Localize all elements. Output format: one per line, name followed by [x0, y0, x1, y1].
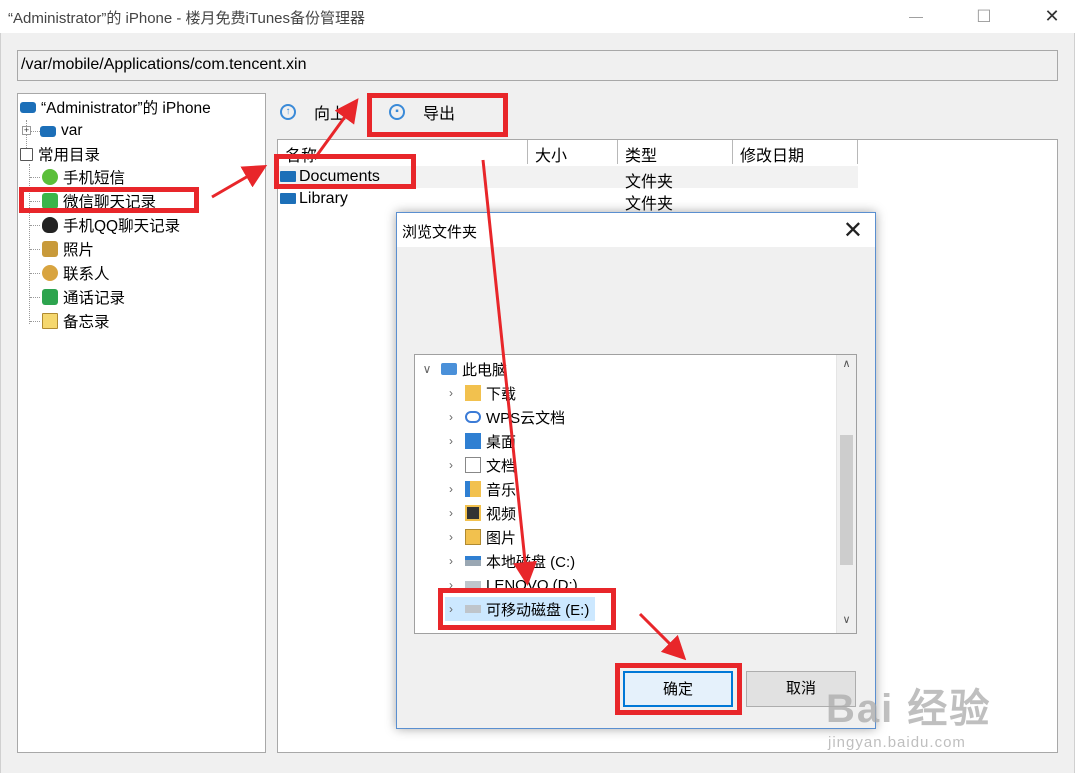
tree-item-contacts[interactable]: 联系人	[42, 262, 110, 284]
chevron-right-icon: ›	[449, 554, 453, 568]
column-type[interactable]: 类型	[618, 140, 733, 165]
minimize-button[interactable]: —	[893, 0, 939, 33]
document-icon	[465, 457, 481, 473]
maximize-button[interactable]: ☐	[961, 0, 1007, 33]
tree-var[interactable]: var	[40, 120, 83, 142]
expand-var-toggle[interactable]: +	[22, 126, 31, 135]
highlight-ok	[615, 663, 742, 715]
tree-node-this-pc[interactable]: ∨ 此电脑	[421, 357, 507, 381]
path-field[interactable]: /var/mobile/Applications/com.tencent.xin	[17, 50, 1058, 81]
highlight-wechat	[19, 187, 199, 213]
chevron-right-icon: ›	[449, 410, 453, 424]
phone-icon	[42, 289, 58, 305]
desktop-folder-icon	[465, 433, 481, 449]
title-bar: “Administrator”的 iPhone - 楼月免费iTunes备份管理…	[0, 0, 1075, 33]
tree-node-pictures[interactable]: › 图片	[445, 525, 516, 549]
computer-icon	[441, 363, 457, 375]
table-row[interactable]: Library 文件夹	[278, 188, 858, 213]
tree-node-desktop[interactable]: › 桌面	[445, 429, 516, 453]
baidu-watermark: Bai 经验 jingyan.baidu.com	[826, 687, 992, 751]
up-button[interactable]: ↑ 向上	[280, 100, 346, 124]
contacts-icon	[42, 265, 58, 281]
tree-node-videos[interactable]: › 视频	[445, 501, 516, 525]
scroll-down-icon[interactable]: ∨	[837, 613, 856, 631]
tree-node-documents[interactable]: › 文档	[445, 453, 516, 477]
folder-open-icon	[20, 101, 36, 113]
scroll-up-icon[interactable]: ∧	[837, 357, 856, 375]
drive-icon	[465, 556, 481, 566]
music-folder-icon	[465, 481, 481, 497]
tree-common-dirs[interactable]: 常用目录	[20, 143, 100, 165]
chevron-right-icon: ›	[449, 434, 453, 448]
chevron-down-icon: ∨	[422, 362, 432, 376]
tree-node-downloads[interactable]: › 下载	[445, 381, 516, 405]
dialog-close-button[interactable]: ✕	[843, 216, 863, 245]
list-icon	[20, 147, 33, 161]
window-title: “Administrator”的 iPhone - 楼月免费iTunes备份管理…	[8, 10, 366, 27]
column-modified[interactable]: 修改日期	[733, 140, 858, 165]
chevron-right-icon: ›	[449, 458, 453, 472]
cloud-icon	[465, 411, 481, 423]
qq-icon	[42, 217, 58, 233]
tree-scrollbar[interactable]: ∧ ∨	[836, 355, 856, 633]
chevron-right-icon: ›	[449, 386, 453, 400]
tree-root[interactable]: “Administrator”的 iPhone	[20, 96, 211, 118]
video-folder-icon	[465, 505, 481, 521]
tree-node-music[interactable]: › 音乐	[445, 477, 516, 501]
highlight-drive-e	[438, 588, 616, 630]
tree-item-photos[interactable]: 照片	[42, 238, 94, 260]
chevron-right-icon: ›	[449, 482, 453, 496]
tree-item-calls[interactable]: 通话记录	[42, 286, 125, 308]
tree-item-qq[interactable]: 手机QQ聊天记录	[42, 214, 180, 236]
picture-folder-icon	[465, 529, 481, 545]
highlight-documents	[274, 154, 416, 189]
download-folder-icon	[465, 385, 481, 401]
dialog-title: 浏览文件夹	[402, 224, 478, 241]
photos-icon	[42, 241, 58, 257]
folder-icon	[40, 125, 56, 137]
tree-item-sms[interactable]: 手机短信	[42, 166, 125, 188]
arrow-up-icon: ↑	[280, 104, 296, 120]
tree-item-notes[interactable]: 备忘录	[42, 310, 110, 332]
browse-folder-dialog: 浏览文件夹 ✕ ∨ 此电脑 › 下载 › WPS云文档 › 桌面 › 文档 › …	[396, 212, 876, 729]
folder-icon	[280, 193, 296, 204]
notes-icon	[42, 313, 58, 329]
highlight-export	[367, 93, 508, 137]
sms-icon	[42, 169, 58, 185]
close-button[interactable]: ✕	[1029, 0, 1075, 33]
scroll-thumb[interactable]	[840, 435, 853, 565]
tree-node-wps[interactable]: › WPS云文档	[445, 405, 565, 429]
tree-node-drive-c[interactable]: › 本地磁盘 (C:)	[445, 549, 575, 573]
chevron-right-icon: ›	[449, 506, 453, 520]
column-size[interactable]: 大小	[528, 140, 618, 165]
chevron-right-icon: ›	[449, 530, 453, 544]
